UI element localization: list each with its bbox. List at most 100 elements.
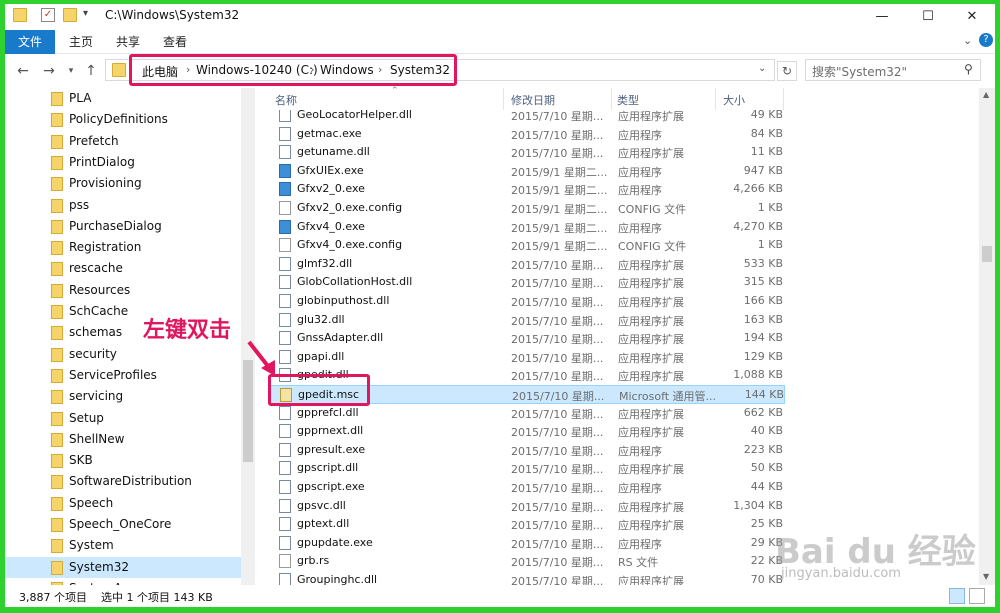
sidebar-item-pla[interactable]: PLA <box>5 88 241 109</box>
column-size[interactable]: 大小 <box>723 92 745 108</box>
search-input[interactable]: 搜索"System32" <box>812 63 907 80</box>
file-row[interactable]: GeoLocatorHelper.dll 2015/7/10 星期... 应用程序扩… <box>269 110 785 125</box>
selection-info: 选中 1 个项目 143 KB <box>101 591 213 604</box>
file-type: 应用程序 <box>618 184 662 198</box>
file-row[interactable]: gpresult.exe 2015/7/10 星期... 应用程序 223 KB <box>269 441 785 460</box>
sidebar-item-registration[interactable]: Registration <box>5 237 241 258</box>
sidebar-item-shellnew[interactable]: ShellNew <box>5 429 241 450</box>
sidebar-item-skb[interactable]: SKB <box>5 450 241 471</box>
file-list: GeoLocatorHelper.dll 2015/7/10 星期... 应用程序扩… <box>265 110 985 585</box>
new-folder-icon[interactable] <box>63 8 77 22</box>
file-row[interactable]: gpprefcl.dll 2015/7/10 星期... 应用程序扩展 662 KB <box>269 404 785 423</box>
help-icon[interactable]: ? <box>979 33 993 47</box>
sidebar-item-security[interactable]: security <box>5 344 241 365</box>
file-row[interactable]: gpapi.dll 2015/7/10 星期... 应用程序扩展 129 KB <box>269 348 785 367</box>
sidebar-item-speech[interactable]: Speech <box>5 493 241 514</box>
sidebar-item-serviceprofiles[interactable]: ServiceProfiles <box>5 365 241 386</box>
file-size: 1,088 KB <box>733 368 783 382</box>
file-type: 应用程序扩展 <box>618 277 684 291</box>
address-dropdown-icon[interactable]: ⌄ <box>758 63 766 74</box>
file-size: 1 KB <box>757 201 783 214</box>
file-row[interactable]: getmac.exe 2015/7/10 星期... 应用程序 84 KB <box>269 125 785 144</box>
sidebar-item-label: ShellNew <box>69 431 125 446</box>
file-row[interactable]: Gfxv2_0.exe 2015/9/1 星期二... 应用程序 4,266 KB <box>269 180 785 199</box>
file-row[interactable]: gpprnext.dll 2015/7/10 星期... 应用程序扩展 40 KB <box>269 422 785 441</box>
file-name: GnssAdapter.dll <box>297 331 384 345</box>
file-row[interactable]: gpsvc.dll 2015/7/10 星期... 应用程序扩展 1,304 KB <box>269 497 785 516</box>
dll-file-icon <box>279 424 291 439</box>
properties-check-icon[interactable]: ✓ <box>41 8 55 22</box>
column-divider[interactable] <box>611 88 612 110</box>
details-view-icon[interactable] <box>949 588 965 604</box>
maximize-button[interactable]: ☐ <box>905 4 951 30</box>
tab-view[interactable]: 查看 <box>163 30 187 54</box>
file-row[interactable]: Gfxv4_0.exe 2015/9/1 星期二... 应用程序 4,270 KB <box>269 218 785 237</box>
column-name[interactable]: 名称 <box>275 92 297 108</box>
tab-home[interactable]: 主页 <box>69 30 93 54</box>
column-date[interactable]: 修改日期 <box>511 92 555 108</box>
navigation-bar: ← → ▾ ↑ 此电脑 › Windows-10240 (C:) › Windo… <box>5 54 995 88</box>
file-row[interactable]: Gfxv2_0.exe.config 2015/9/1 星期二... CONFIG … <box>269 199 785 218</box>
search-icon[interactable]: ⚲ <box>964 62 973 76</box>
file-row[interactable]: Gfxv4_0.exe.config 2015/9/1 星期二... CONFIG … <box>269 236 785 255</box>
forward-arrow-icon[interactable]: → <box>39 61 59 81</box>
file-row[interactable]: GfxUIEx.exe 2015/9/1 星期二... 应用程序 947 KB <box>269 162 785 181</box>
file-row[interactable]: getuname.dll 2015/7/10 星期... 应用程序扩展 11 KB <box>269 143 785 162</box>
tab-file[interactable]: 文件 <box>5 30 55 54</box>
search-box[interactable]: 搜索"System32" ⚲ <box>805 59 981 81</box>
up-arrow-icon[interactable]: ↑ <box>81 61 101 81</box>
sidebar-item-rescache[interactable]: rescache <box>5 258 241 279</box>
refresh-icon[interactable]: ↻ <box>777 61 797 81</box>
sidebar-item-provisioning[interactable]: Provisioning <box>5 173 241 194</box>
large-icons-view-icon[interactable] <box>969 588 985 604</box>
file-row[interactable]: gpupdate.exe 2015/7/10 星期... 应用程序 29 KB <box>269 534 785 553</box>
file-list-scrollbar[interactable]: ▲ ▼ <box>979 88 995 585</box>
scroll-down-icon[interactable]: ▼ <box>983 572 989 581</box>
sidebar-item-system[interactable]: System <box>5 535 241 556</box>
file-type: 应用程序扩展 <box>618 463 684 477</box>
file-row[interactable]: grb.rs 2015/7/10 星期... RS 文件 22 KB <box>269 552 785 571</box>
file-row[interactable]: glmf32.dll 2015/7/10 星期... 应用程序扩展 533 KB <box>269 255 785 274</box>
file-row[interactable]: Groupinghc.dll 2015/7/10 星期... 应用程序扩展 70 KB <box>269 571 785 585</box>
scroll-up-icon[interactable]: ▲ <box>983 90 989 99</box>
file-row[interactable]: GnssAdapter.dll 2015/7/10 星期... 应用程序扩展 194 … <box>269 329 785 348</box>
back-arrow-icon[interactable]: ← <box>13 61 33 81</box>
sidebar-item-policydefinitions[interactable]: PolicyDefinitions <box>5 109 241 130</box>
sidebar-scrollbar[interactable] <box>241 88 255 585</box>
sidebar-item-prefetch[interactable]: Prefetch <box>5 131 241 152</box>
sidebar-item-setup[interactable]: Setup <box>5 408 241 429</box>
sidebar-item-resources[interactable]: Resources <box>5 280 241 301</box>
quick-access-dropdown-icon[interactable]: ▾ <box>83 8 88 19</box>
file-row[interactable]: gptext.dll 2015/7/10 星期... 应用程序扩展 25 KB <box>269 515 785 534</box>
file-type: 应用程序扩展 <box>618 575 684 585</box>
file-row[interactable]: gpscript.dll 2015/7/10 星期... 应用程序扩展 50 KB <box>269 459 785 478</box>
file-row[interactable]: glu32.dll 2015/7/10 星期... 应用程序扩展 163 KB <box>269 311 785 330</box>
sidebar-item-servicing[interactable]: servicing <box>5 386 241 407</box>
file-list-scroll-thumb[interactable] <box>982 246 992 262</box>
recent-locations-icon[interactable]: ▾ <box>61 61 81 81</box>
column-divider[interactable] <box>715 88 716 110</box>
sidebar-item-purchasedialog[interactable]: PurchaseDialog <box>5 216 241 237</box>
sidebar-item-speech_onecore[interactable]: Speech_OneCore <box>5 514 241 535</box>
file-date: 2015/9/1 星期二... <box>511 184 608 198</box>
close-button[interactable]: ✕ <box>949 4 995 30</box>
sidebar-item-pss[interactable]: pss <box>5 195 241 216</box>
file-row[interactable]: globinputhost.dll 2015/7/10 星期... 应用程序扩展 16… <box>269 292 785 311</box>
file-row[interactable]: GlobCollationHost.dll 2015/7/10 星期... 应用程序… <box>269 273 785 292</box>
file-date: 2015/7/10 星期... <box>511 426 604 440</box>
file-date: 2015/7/10 星期... <box>511 519 604 533</box>
file-size: 25 KB <box>750 517 783 531</box>
dll-file-icon <box>279 573 291 585</box>
file-name: gpsvc.dll <box>297 498 346 512</box>
ribbon-expand-icon[interactable]: ⌄ <box>963 34 972 47</box>
column-divider[interactable] <box>783 88 784 110</box>
sidebar-item-systemapps[interactable]: SystemApps <box>5 578 241 585</box>
sidebar-item-system32[interactable]: System32 <box>5 556 241 578</box>
sidebar-item-printdialog[interactable]: PrintDialog <box>5 152 241 173</box>
minimize-button[interactable]: — <box>859 4 905 30</box>
sidebar-item-softwaredistribution[interactable]: SoftwareDistribution <box>5 471 241 492</box>
tab-share[interactable]: 共享 <box>116 30 140 54</box>
file-row[interactable]: gpscript.exe 2015/7/10 星期... 应用程序 44 KB <box>269 478 785 497</box>
column-divider[interactable] <box>503 88 504 110</box>
column-type[interactable]: 类型 <box>617 92 639 108</box>
